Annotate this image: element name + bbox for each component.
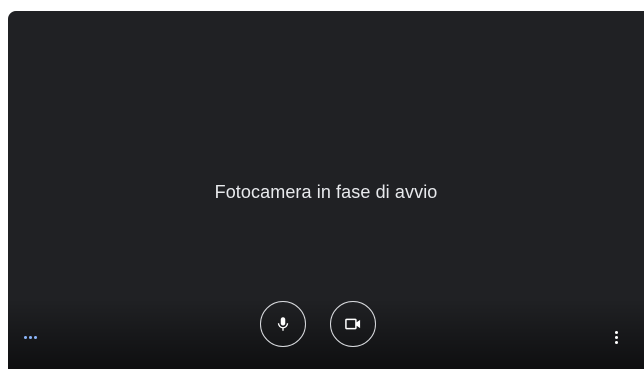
more-horiz-icon bbox=[24, 336, 37, 339]
video-preview-frame: Fotocamera in fase di avvio bbox=[8, 11, 644, 369]
mic-icon bbox=[277, 317, 289, 331]
camera-status-text: Fotocamera in fase di avvio bbox=[214, 182, 438, 202]
more-vert-icon bbox=[614, 330, 618, 334]
more-options-button[interactable] bbox=[606, 327, 626, 347]
controls-shade bbox=[8, 299, 644, 369]
microphone-toggle-button[interactable] bbox=[260, 301, 306, 347]
videocam-icon bbox=[345, 318, 361, 330]
camera-toggle-button[interactable] bbox=[330, 301, 376, 347]
